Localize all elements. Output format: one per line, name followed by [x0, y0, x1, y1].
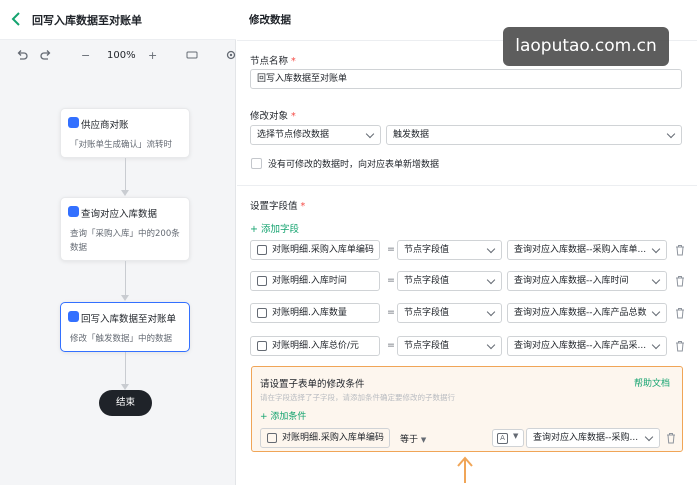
- condition-field-box[interactable]: 对账明细.采购入库单编码: [260, 428, 390, 448]
- canvas-toolbar: − 100% +: [0, 40, 236, 72]
- flow-header: 回写入库数据至对账单: [0, 0, 236, 40]
- flow-canvas: 回写入库数据至对账单 − 100% + 供应商对账 「对账单生成确认」流转时 查…: [0, 0, 236, 485]
- field-icon: [257, 308, 267, 318]
- fields-label: 设置字段值 *: [250, 201, 306, 212]
- node-title: 供应商对账: [81, 120, 129, 131]
- watermark: laoputao.com.cn: [503, 27, 669, 66]
- undo-icon[interactable]: [16, 49, 28, 61]
- target-field-box[interactable]: 对账明细.入库总价/元: [250, 336, 380, 356]
- flow-title: 回写入库数据至对账单: [32, 14, 142, 27]
- keyboard-icon[interactable]: [186, 49, 198, 61]
- help-doc-link[interactable]: 帮助文档: [634, 376, 670, 389]
- connector-line: [125, 261, 126, 295]
- equals-sign: =: [387, 340, 395, 351]
- form-icon: [68, 117, 79, 128]
- source-field-select[interactable]: 查询对应入库数据--入库产品采...: [507, 336, 667, 356]
- node-description: 修改「触发数据」中的数据: [70, 334, 173, 344]
- delete-icon[interactable]: [675, 244, 685, 256]
- add-condition-button[interactable]: + 添加条件: [260, 409, 306, 422]
- value-type-select[interactable]: A ▼: [492, 429, 524, 447]
- add-field-button[interactable]: + 添加字段: [250, 221, 299, 235]
- value-mode-select[interactable]: 节点字段值: [397, 303, 502, 323]
- target-field-box[interactable]: 对账明细.入库时间: [250, 271, 380, 291]
- equals-sign: =: [387, 275, 395, 286]
- checkbox-label: 没有可修改的数据时，向对应表单新增数据: [268, 160, 440, 170]
- flow-node-trigger[interactable]: 供应商对账 「对账单生成确认」流转时: [60, 108, 190, 158]
- connector-arrow-icon: [121, 295, 129, 301]
- flow-node-update[interactable]: 回写入库数据至对账单 修改「触发数据」中的数据: [60, 302, 190, 352]
- condition-title: 请设置子表单的修改条件: [260, 379, 365, 390]
- zoom-level: 100%: [107, 50, 136, 61]
- connector-line: [125, 158, 126, 190]
- node-title: 回写入库数据至对账单: [81, 314, 177, 325]
- connector-line: [125, 352, 126, 384]
- delete-icon[interactable]: [675, 340, 685, 352]
- create-if-empty-checkbox[interactable]: [251, 158, 262, 169]
- subform-condition-panel: 请设置子表单的修改条件 帮助文档 请在字段选择了子字段，请添加条件确定要修改的子…: [251, 366, 683, 452]
- flow-node-query[interactable]: 查询对应入库数据 查询「采购入库」中的200条数据: [60, 197, 190, 261]
- up-arrow-icon: [457, 456, 473, 483]
- edit-icon: [68, 311, 79, 322]
- operator-select[interactable]: 等于 ▼: [400, 432, 426, 445]
- target-data-select[interactable]: 触发数据: [386, 125, 682, 145]
- back-arrow-icon[interactable]: [9, 11, 25, 27]
- type-badge-icon: A: [497, 433, 508, 444]
- node-description: 「对账单生成确认」流转时: [70, 140, 173, 150]
- field-icon: [257, 245, 267, 255]
- value-mode-select[interactable]: 节点字段值: [397, 336, 502, 356]
- properties-panel: 修改数据 节点名称 * 回写入库数据至对账单 修改对象 * 选择节点修改数据 触发数…: [237, 0, 697, 485]
- equals-sign: =: [387, 307, 395, 318]
- field-icon: [257, 341, 267, 351]
- redo-icon[interactable]: [40, 49, 52, 61]
- target-field-box[interactable]: 对账明细.入库数量: [250, 303, 380, 323]
- delete-icon[interactable]: [675, 275, 685, 287]
- target-node-select[interactable]: 选择节点修改数据: [250, 125, 381, 145]
- delete-icon[interactable]: [675, 307, 685, 319]
- value-mode-select[interactable]: 节点字段值: [397, 240, 502, 260]
- caret-down-icon: ▼: [513, 432, 519, 440]
- node-name-label: 节点名称 *: [250, 56, 296, 67]
- node-title: 查询对应入库数据: [81, 209, 158, 220]
- condition-hint: 请在字段选择了子字段，请添加条件确定要修改的子数据行: [260, 393, 455, 402]
- caret-down-icon: ▼: [420, 436, 427, 444]
- zoom-out-icon[interactable]: −: [81, 49, 90, 63]
- source-field-select[interactable]: 查询对应入库数据--采购入库单...: [507, 240, 667, 260]
- node-name-input[interactable]: 回写入库数据至对账单: [250, 69, 682, 89]
- source-field-select[interactable]: 查询对应入库数据--入库产品总数: [507, 303, 667, 323]
- target-label: 修改对象 *: [250, 111, 296, 122]
- connector-arrow-icon: [121, 190, 129, 196]
- flow-end-node[interactable]: 结束: [99, 390, 152, 416]
- zoom-in-icon[interactable]: +: [148, 49, 157, 63]
- value-mode-select[interactable]: 节点字段值: [397, 271, 502, 291]
- condition-value-select[interactable]: 查询对应入库数据--采购...: [526, 428, 660, 448]
- target-field-box[interactable]: 对账明细.采购入库单编码: [250, 240, 380, 260]
- database-icon: [68, 206, 79, 217]
- settings-icon[interactable]: [225, 49, 237, 61]
- field-icon: [267, 433, 277, 443]
- delete-icon[interactable]: [666, 432, 676, 444]
- node-description: 查询「采购入库」中的200条数据: [70, 229, 180, 253]
- section-divider: [237, 185, 697, 186]
- field-icon: [257, 276, 267, 286]
- panel-title: 修改数据: [249, 14, 291, 26]
- equals-sign: =: [387, 244, 395, 255]
- source-field-select[interactable]: 查询对应入库数据--入库时间: [507, 271, 667, 291]
